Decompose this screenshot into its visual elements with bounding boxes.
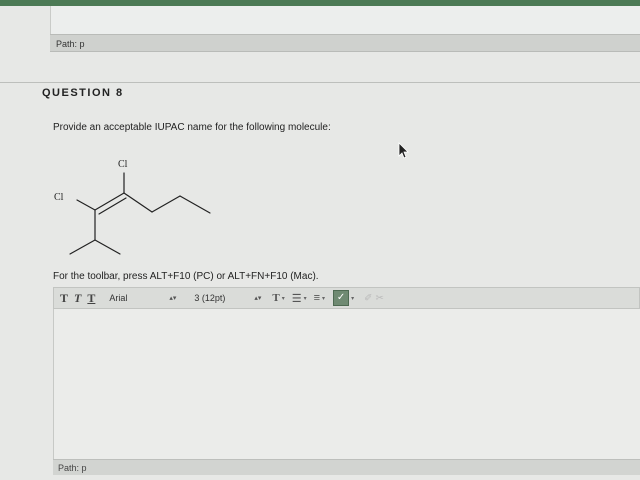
bullet-list-icon[interactable]: ☰: [292, 292, 302, 305]
chevron-down-icon[interactable]: ▾: [322, 295, 325, 302]
font-size-select[interactable]: 3 (12pt) ▴▾: [190, 290, 265, 306]
numbered-list-icon[interactable]: ≡: [314, 292, 320, 304]
molecule-structure: Cl Cl: [54, 159, 211, 255]
font-size-value: 3 (12pt): [194, 293, 226, 303]
question-title: QUESTION 8: [42, 87, 124, 99]
select-arrows-icon: ▴▾: [254, 295, 262, 302]
atom-label-cl-left: Cl: [54, 192, 64, 203]
section-divider: [0, 82, 640, 83]
question-prompt: Provide an acceptable IUPAC name for the…: [53, 122, 331, 133]
bond-c3-c4: [123, 192, 153, 213]
select-arrows-icon: ▴▾: [169, 295, 177, 302]
bold-icon[interactable]: T: [60, 291, 68, 306]
text-color-icon[interactable]: T: [272, 292, 279, 304]
previous-path-bar: Path: p: [50, 34, 640, 52]
font-family-select[interactable]: Arial ▴▾: [105, 290, 180, 306]
toolbar-hint: For the toolbar, press ALT+F10 (PC) or A…: [53, 271, 319, 282]
atom-label-cl-top: Cl: [118, 159, 128, 170]
chevron-down-icon[interactable]: ▾: [304, 295, 307, 302]
chevron-down-icon[interactable]: ▾: [351, 295, 354, 302]
previous-answer-editor[interactable]: [50, 6, 640, 34]
bond-c1-me-left: [69, 239, 96, 255]
editor-toolbar: T T T Arial ▴▾ 3 (12pt) ▴▾ T ▾ ☰ ▾ ≡ ▾ ✓…: [53, 287, 640, 309]
answer-text-editor[interactable]: [53, 309, 640, 459]
italic-icon[interactable]: T: [74, 291, 81, 306]
bond-c5-c6: [179, 195, 211, 214]
chevron-down-icon[interactable]: ▾: [282, 295, 285, 302]
cursor-arrow-icon: [398, 142, 409, 159]
link-icon[interactable]: ✐: [364, 293, 372, 304]
bond-c1-me-right: [94, 239, 121, 255]
unlink-icon[interactable]: ✂: [375, 293, 383, 304]
bond-c2-cl: [76, 199, 96, 211]
underline-icon[interactable]: T: [87, 291, 95, 306]
answer-path-label: Path: p: [58, 463, 87, 473]
answer-path-bar: Path: p: [53, 459, 640, 475]
previous-path-label: Path: p: [56, 39, 85, 49]
spellcheck-icon[interactable]: ✓: [333, 290, 350, 306]
bond-c4-c5: [151, 195, 181, 213]
font-family-value: Arial: [109, 293, 128, 303]
